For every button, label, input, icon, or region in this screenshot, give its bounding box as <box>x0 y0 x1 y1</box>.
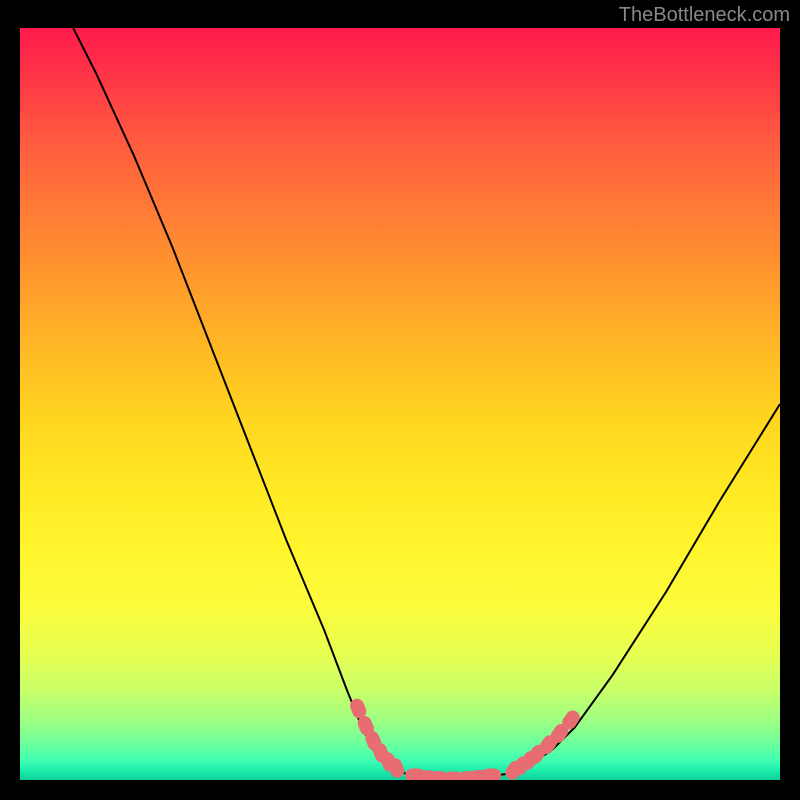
watermark-text: TheBottleneck.com <box>619 4 790 27</box>
chart-svg <box>20 28 780 780</box>
chart-plot-area <box>20 28 780 780</box>
data-marker <box>481 768 501 780</box>
data-markers <box>348 697 583 780</box>
bottleneck-curve <box>73 28 780 779</box>
